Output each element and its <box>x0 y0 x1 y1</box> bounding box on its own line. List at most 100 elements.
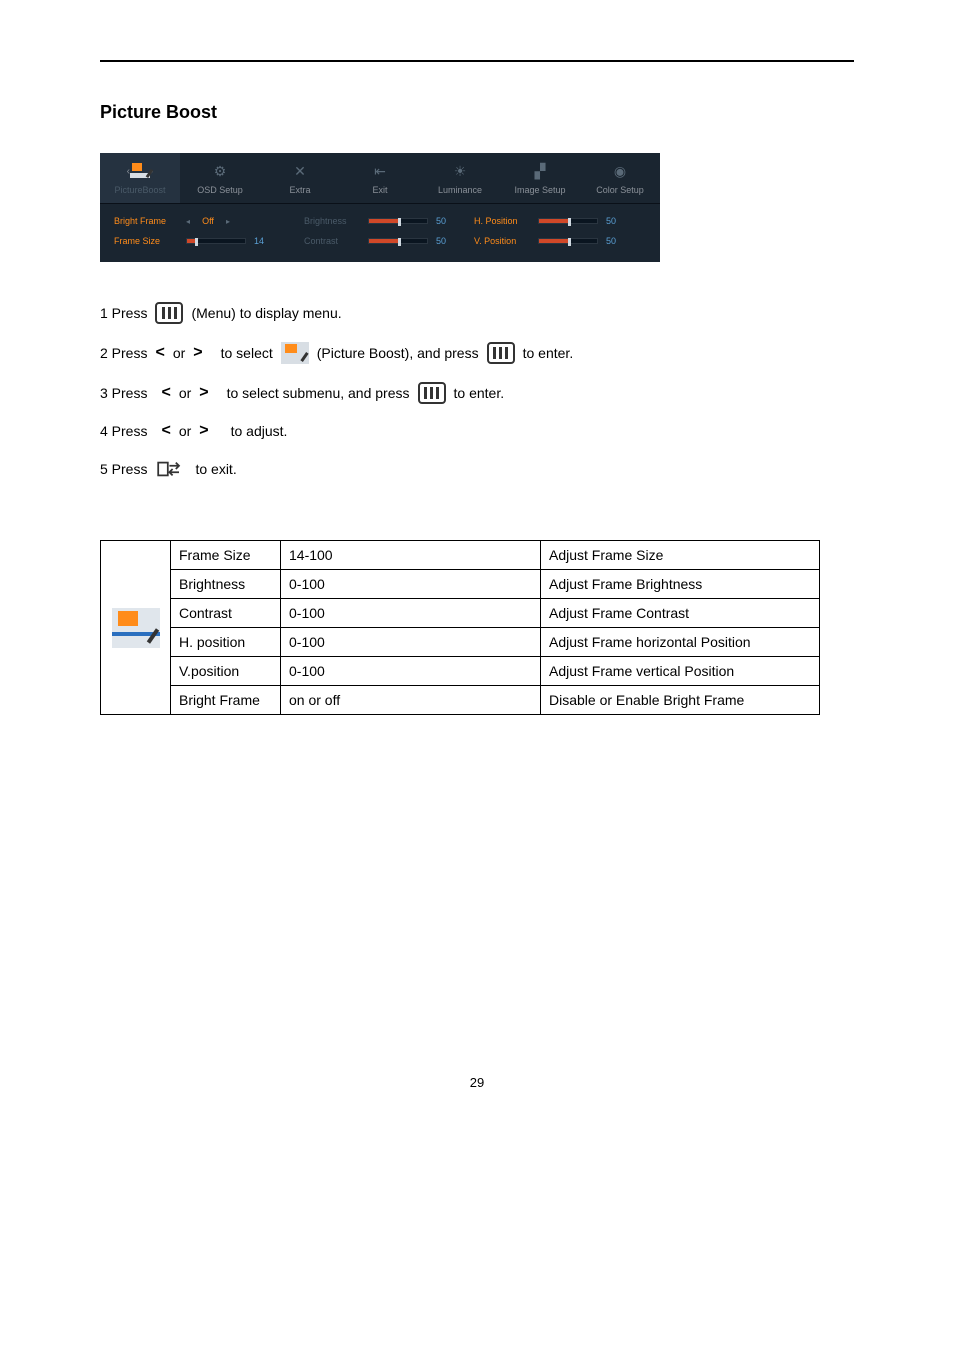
osd-tab-label: Image Setup <box>504 185 576 195</box>
param-desc: Adjust Frame Size <box>541 541 820 570</box>
steps: 1 Press (Menu) to display menu. 2 Press … <box>100 302 854 480</box>
param-name: Bright Frame <box>171 686 281 715</box>
osd-tab-label: Exit <box>344 185 416 195</box>
step-2: 2 Press < or > to select (Picture Boost)… <box>100 342 854 364</box>
param-range: 0-100 <box>281 599 541 628</box>
gear-icon: ⚙ <box>214 163 227 180</box>
osd-tab-label: Extra <box>264 185 336 195</box>
menu-button-icon <box>487 342 515 364</box>
param-range: 14-100 <box>281 541 541 570</box>
osd-tab-label: OSD Setup <box>184 185 256 195</box>
palette-icon: ◉ <box>614 163 626 180</box>
step-3: 3 Press < or > to select submenu, and pr… <box>100 382 854 404</box>
step-5: 5 Press to exit. <box>100 458 854 480</box>
param-name: V.position <box>171 657 281 686</box>
osd-tabs: ‹ › PictureBoost ⚙ OSD Setup ✕ Extra ⇤ E… <box>100 153 660 204</box>
osd-slider <box>368 238 428 244</box>
less-than-icon: < <box>161 384 170 402</box>
osd-value: Off <box>198 216 218 226</box>
step-text: (Picture Boost), and press <box>317 345 479 361</box>
param-desc: Disable or Enable Bright Frame <box>541 686 820 715</box>
osd-slider <box>186 238 246 244</box>
step-1: 1 Press (Menu) to display menu. <box>100 302 854 324</box>
osd-label: Brightness <box>304 216 360 226</box>
step-4: 4 Press < or > to adjust. <box>100 422 854 440</box>
param-range: 0-100 <box>281 628 541 657</box>
table-row: Bright Frame on or off Disable or Enable… <box>101 686 820 715</box>
step-text: 4 Press <box>100 423 147 439</box>
picture-boost-icon <box>112 608 160 648</box>
menu-button-icon <box>155 302 183 324</box>
osd-row-brightness: Brightness 50 <box>304 216 474 226</box>
image-icon: ▞ <box>535 163 546 180</box>
step-text: 1 Press <box>100 305 147 321</box>
osd-label: Bright Frame <box>114 216 178 226</box>
step-text: to enter. <box>523 345 574 361</box>
param-desc: Adjust Frame Brightness <box>541 570 820 599</box>
osd-tab-osdsetup: ⚙ OSD Setup <box>180 153 260 203</box>
osd-panel: ‹ › PictureBoost ⚙ OSD Setup ✕ Extra ⇤ E… <box>100 153 660 262</box>
osd-label: V. Position <box>474 236 530 246</box>
step-text: or <box>179 385 191 401</box>
greater-than-icon: > <box>199 422 208 440</box>
param-desc: Adjust Frame vertical Position <box>541 657 820 686</box>
osd-tab-label: Luminance <box>424 185 496 195</box>
osd-tab-label: Color Setup <box>584 185 656 195</box>
less-than-icon: < <box>161 422 170 440</box>
param-range: 0-100 <box>281 657 541 686</box>
osd-value: 50 <box>436 216 460 226</box>
osd-tab-pictureboost: ‹ › PictureBoost <box>100 153 180 203</box>
step-text: to enter. <box>454 385 505 401</box>
menu-button-icon <box>418 382 446 404</box>
picture-boost-icon <box>281 342 309 364</box>
osd-slider <box>538 218 598 224</box>
step-text: to select submenu, and press <box>227 385 410 401</box>
table-row: V.position 0-100 Adjust Frame vertical P… <box>101 657 820 686</box>
osd-tab-exit: ⇤ Exit <box>340 153 420 203</box>
param-desc: Adjust Frame Contrast <box>541 599 820 628</box>
param-desc: Adjust Frame horizontal Position <box>541 628 820 657</box>
osd-label: Contrast <box>304 236 360 246</box>
osd-row-vposition: V. Position 50 <box>474 236 644 246</box>
osd-row-brightframe: Bright Frame ◂ Off ▸ <box>114 216 304 226</box>
osd-tab-imagesetup: ▞ Image Setup <box>500 153 580 203</box>
param-name: H. position <box>171 628 281 657</box>
osd-row-framesize: Frame Size 14 <box>114 236 304 246</box>
osd-label: H. Position <box>474 216 530 226</box>
parameter-table: Frame Size 14-100 Adjust Frame Size Brig… <box>100 540 820 715</box>
picture-boost-icon <box>130 163 150 179</box>
osd-slider <box>368 218 428 224</box>
step-text: or <box>173 345 185 361</box>
step-text: 3 Press <box>100 385 147 401</box>
osd-row-hposition: H. Position 50 <box>474 216 644 226</box>
osd-value: 50 <box>436 236 460 246</box>
osd-tab-extra: ✕ Extra <box>260 153 340 203</box>
step-text: (Menu) to display menu. <box>191 305 341 321</box>
param-range: on or off <box>281 686 541 715</box>
param-name: Brightness <box>171 570 281 599</box>
osd-value: 14 <box>254 236 278 246</box>
param-range: 0-100 <box>281 570 541 599</box>
tools-icon: ✕ <box>294 163 306 180</box>
step-text: 2 Press <box>100 345 147 361</box>
osd-slider <box>538 238 598 244</box>
osd-body: Bright Frame ◂ Off ▸ Frame Size 14 Brigh… <box>100 204 660 262</box>
exit-icon: ⇤ <box>374 163 386 180</box>
osd-value: 50 <box>606 236 630 246</box>
table-row: H. position 0-100 Adjust Frame horizonta… <box>101 628 820 657</box>
triangle-left-icon: ◂ <box>186 217 190 226</box>
osd-tab-label: PictureBoost <box>104 185 176 195</box>
param-name: Contrast <box>171 599 281 628</box>
table-icon-cell <box>101 541 171 715</box>
greater-than-icon: > <box>199 384 208 402</box>
less-than-icon: < <box>155 344 164 362</box>
param-name: Frame Size <box>171 541 281 570</box>
step-text: or <box>179 423 191 439</box>
osd-tab-luminance: ☀ Luminance <box>420 153 500 203</box>
osd-value: 50 <box>606 216 630 226</box>
table-row: Brightness 0-100 Adjust Frame Brightness <box>101 570 820 599</box>
section-title: Picture Boost <box>100 102 854 123</box>
sun-icon: ☀ <box>454 163 467 180</box>
step-text: 5 Press <box>100 461 147 477</box>
table-row: Frame Size 14-100 Adjust Frame Size <box>101 541 820 570</box>
